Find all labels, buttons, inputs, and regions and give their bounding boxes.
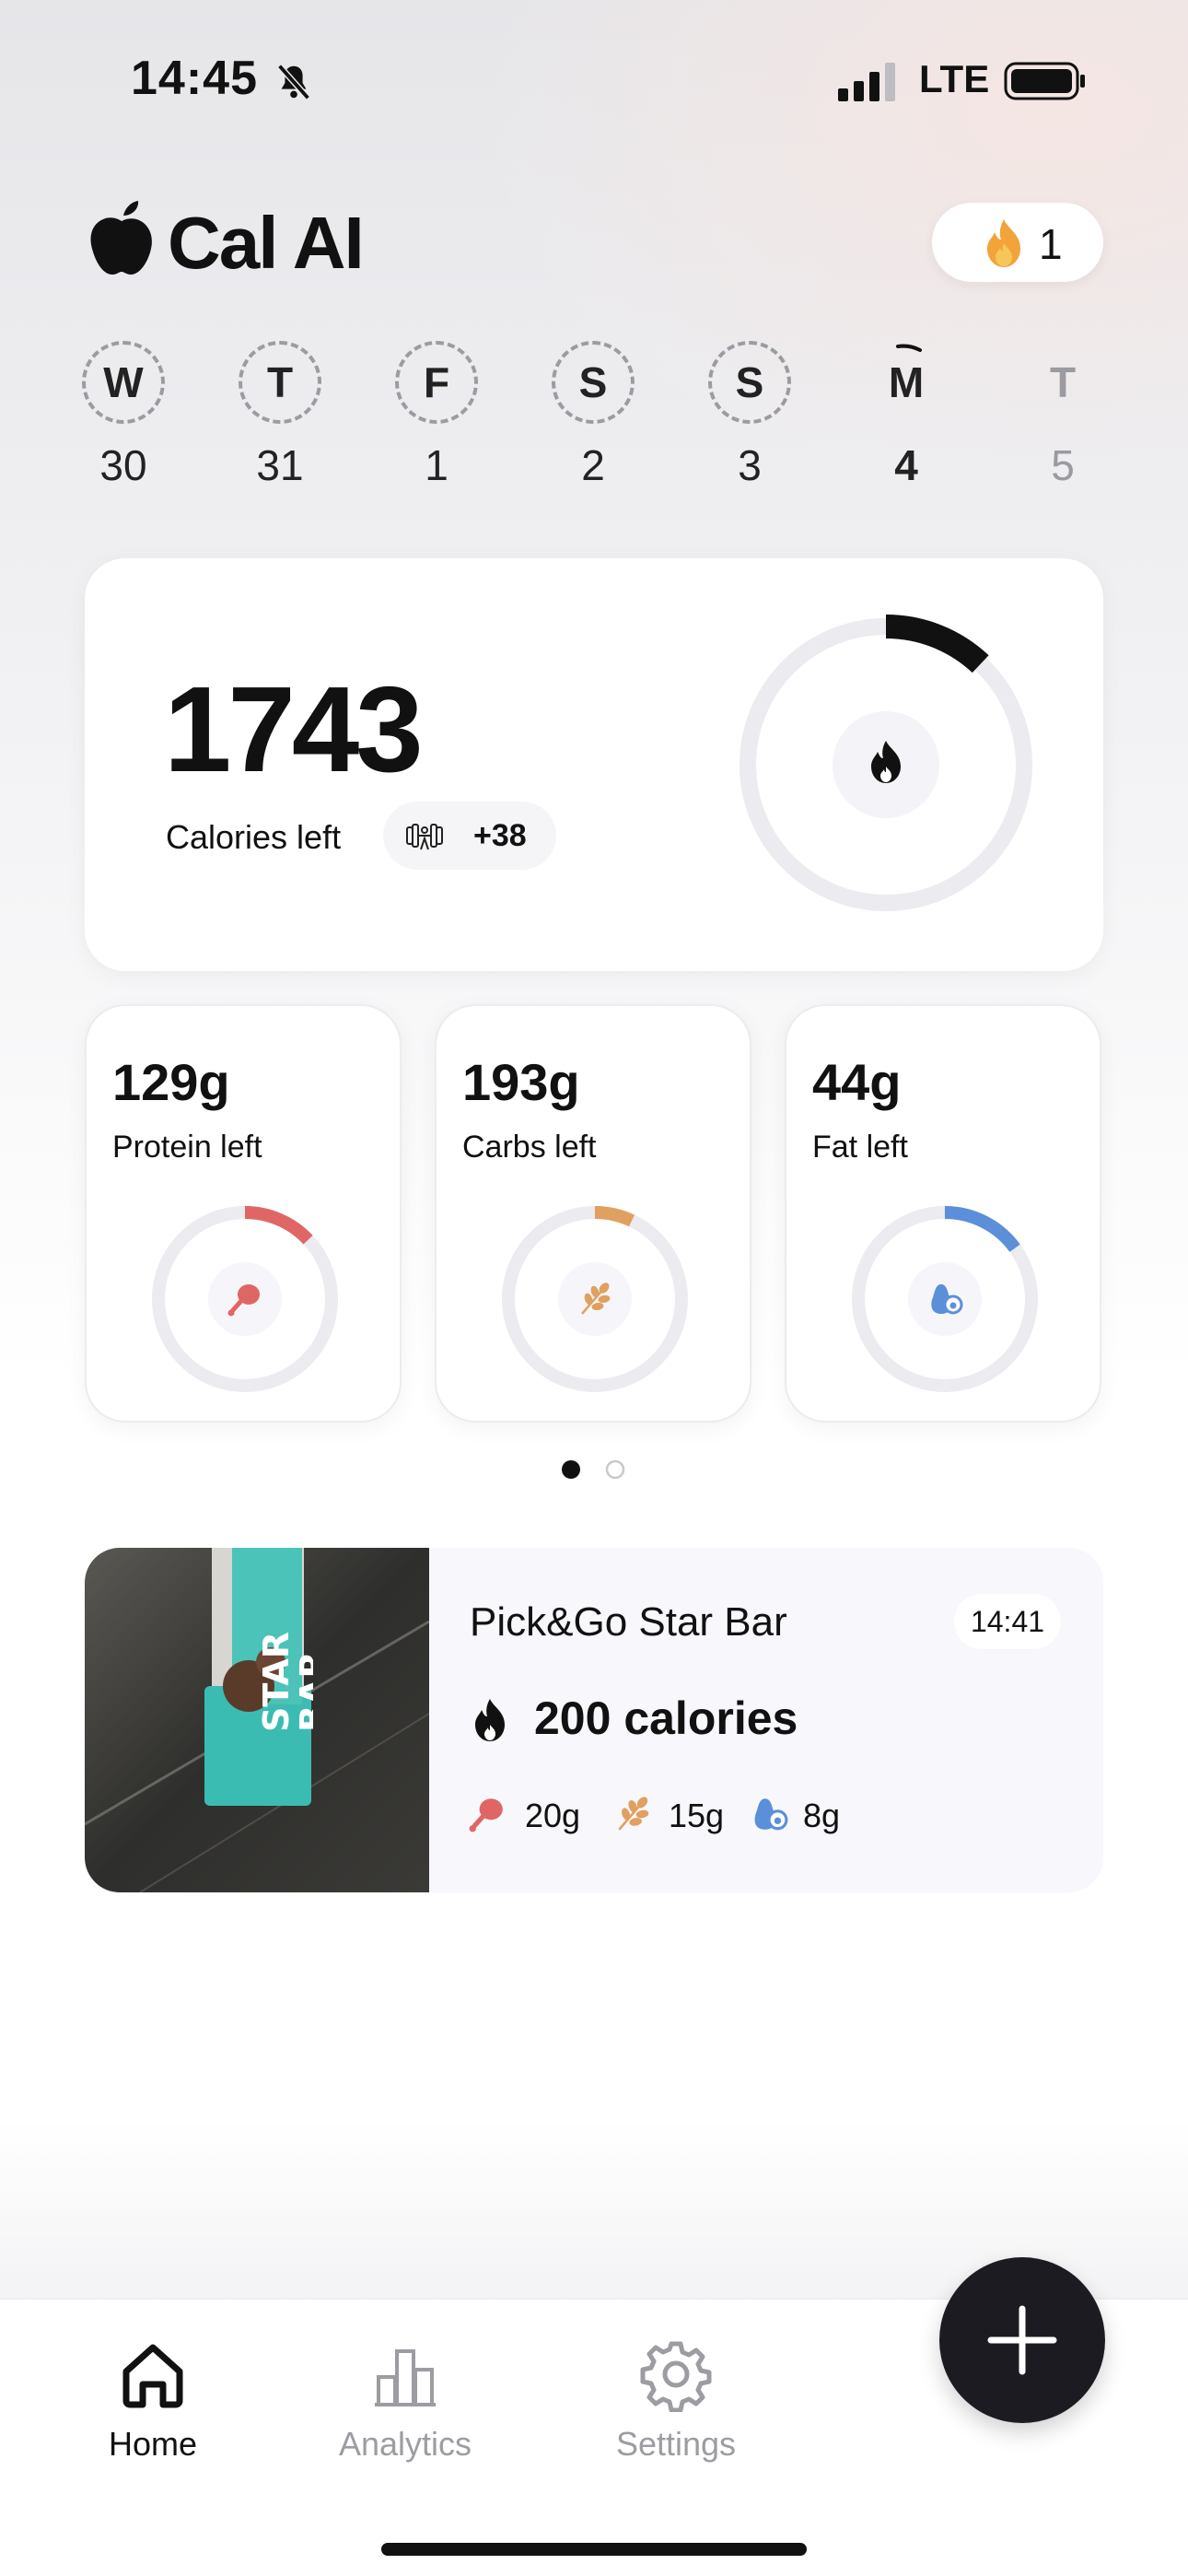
battery-icon bbox=[1004, 62, 1085, 100]
wheat-icon bbox=[618, 1797, 649, 1831]
app-title: Cal AI bbox=[168, 202, 365, 284]
tab-settings[interactable]: Settings bbox=[584, 2336, 768, 2464]
meal-entry-card[interactable]: STAR BAR Pick&Go Star Bar 14:41 200 calo… bbox=[85, 1548, 1103, 1892]
meal-name: Pick&Go Star Bar bbox=[470, 1599, 787, 1645]
day-letter: S bbox=[552, 341, 635, 424]
meal-calories: 200 calories bbox=[534, 1692, 798, 1744]
day-date: 2 bbox=[581, 441, 605, 489]
drumstick-icon bbox=[469, 1798, 503, 1832]
carbs-left-value: 193g bbox=[462, 1053, 580, 1111]
bell-muted-icon bbox=[277, 64, 310, 100]
day-letter: F bbox=[395, 341, 478, 424]
protein-left-label: Protein left bbox=[112, 1130, 262, 1165]
streak-count: 1 bbox=[1039, 220, 1063, 268]
calories-left-value: 1743 bbox=[164, 662, 424, 797]
status-time: 14:45 bbox=[131, 52, 258, 105]
day-letter: T bbox=[1049, 358, 1077, 406]
day-tue-future[interactable]: T 5 bbox=[1019, 341, 1107, 490]
tab-analytics-label: Analytics bbox=[338, 2425, 472, 2463]
day-date: 31 bbox=[256, 441, 304, 489]
tab-analytics[interactable]: Analytics bbox=[313, 2336, 497, 2464]
day-letter: S bbox=[708, 341, 791, 424]
fat-ring bbox=[852, 1206, 1038, 1392]
meal-carbs: 15g bbox=[669, 1797, 725, 1834]
status-bar: 14:45 LTE bbox=[0, 0, 1188, 157]
day-letter: T bbox=[239, 341, 321, 424]
day-sat[interactable]: S 2 bbox=[549, 341, 637, 490]
tab-settings-label: Settings bbox=[615, 2425, 737, 2463]
fat-left-value: 44g bbox=[812, 1053, 902, 1111]
dumbbell-icon bbox=[406, 824, 443, 850]
meal-protein: 20g bbox=[525, 1797, 581, 1834]
tab-home-label: Home bbox=[108, 2425, 198, 2463]
add-button[interactable] bbox=[939, 2257, 1105, 2423]
bar-chart-icon bbox=[375, 2349, 436, 2406]
burned-calories-value: +38 bbox=[473, 818, 527, 853]
page-dot[interactable] bbox=[605, 1459, 625, 1480]
plus-icon bbox=[987, 2305, 1057, 2375]
day-date: 3 bbox=[738, 441, 762, 489]
burned-calories-pill[interactable]: +38 bbox=[383, 802, 556, 870]
protein-card[interactable]: 129g Protein left bbox=[85, 1004, 402, 1423]
calories-left-label: Calories left bbox=[166, 818, 342, 856]
day-thu[interactable]: T 31 bbox=[236, 341, 324, 490]
day-wed[interactable]: W 30 bbox=[79, 341, 168, 490]
today-progress-arc bbox=[896, 344, 922, 352]
carbs-left-label: Carbs left bbox=[462, 1130, 597, 1165]
page-indicator[interactable] bbox=[560, 1456, 634, 1483]
protein-left-value: 129g bbox=[112, 1053, 230, 1111]
day-date: 30 bbox=[99, 441, 147, 489]
calories-ring bbox=[736, 615, 1036, 915]
screen: 14:45 LTE Cal AI 1 W 30 T 31 F 1 S 2 S 3… bbox=[0, 0, 1188, 2576]
day-date: 5 bbox=[1051, 441, 1075, 489]
apple-logo-icon bbox=[90, 201, 152, 275]
fat-card[interactable]: 44g Fat left bbox=[785, 1004, 1101, 1423]
day-date: 4 bbox=[894, 441, 918, 489]
flame-icon bbox=[987, 219, 1020, 267]
carbs-ring bbox=[502, 1206, 688, 1392]
carbs-card[interactable]: 193g Carbs left bbox=[435, 1004, 751, 1423]
product-label: STAR BAR bbox=[258, 1548, 313, 1732]
day-letter: M bbox=[865, 341, 948, 424]
signal-icon bbox=[838, 63, 895, 101]
page-dot-active[interactable] bbox=[562, 1460, 580, 1479]
calorie-flame-icon bbox=[475, 1699, 505, 1741]
product-label-text: STAR BAR bbox=[258, 1631, 313, 1732]
day-mon-today[interactable]: M 4 bbox=[862, 341, 950, 490]
protein-ring bbox=[152, 1206, 338, 1392]
day-date: 1 bbox=[425, 441, 448, 489]
day-sun[interactable]: S 3 bbox=[705, 341, 794, 490]
fat-left-label: Fat left bbox=[812, 1130, 908, 1165]
avocado-icon bbox=[754, 1798, 788, 1831]
tab-home[interactable]: Home bbox=[61, 2336, 245, 2464]
streak-badge[interactable]: 1 bbox=[932, 203, 1103, 282]
gear-icon bbox=[640, 2341, 712, 2412]
calories-card[interactable]: 1743 Calories left +38 bbox=[85, 558, 1103, 971]
meal-time: 14:41 bbox=[954, 1594, 1061, 1649]
meal-photo bbox=[85, 1548, 429, 1892]
day-letter: W bbox=[82, 341, 165, 424]
meal-fat: 8g bbox=[803, 1797, 841, 1834]
home-indicator[interactable] bbox=[381, 2543, 807, 2556]
day-fri[interactable]: F 1 bbox=[392, 341, 481, 490]
home-icon bbox=[122, 2344, 183, 2408]
network-label: LTE bbox=[919, 57, 990, 100]
